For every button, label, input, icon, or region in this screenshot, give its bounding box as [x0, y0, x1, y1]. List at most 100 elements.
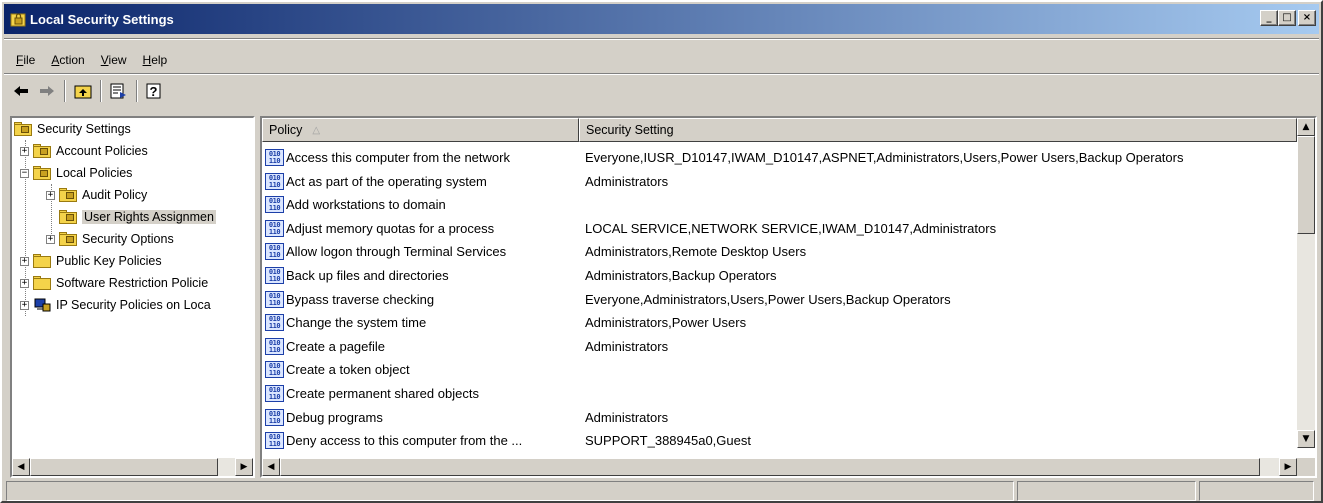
collapse-icon[interactable]: −	[20, 168, 29, 178]
forward-button[interactable]	[34, 79, 60, 103]
menu-file[interactable]: File	[8, 51, 43, 69]
policy-icon: 010 110	[265, 267, 284, 284]
tree-label: Security Settings	[37, 122, 131, 136]
security-setting-cell: Administrators	[585, 409, 669, 425]
menu-action[interactable]: Action	[43, 51, 92, 69]
security-setting-cell: Administrators,Remote Desktop Users	[585, 244, 807, 260]
policy-name-cell: Access this computer from the network	[286, 150, 510, 165]
policy-name-cell: Act as part of the operating system	[286, 173, 487, 189]
table-row[interactable]: 010 110 Access this computer from the netw…	[262, 146, 1297, 169]
expand-icon[interactable]: +	[20, 256, 29, 266]
policy-name-cell: Allow logon through Terminal Services	[286, 244, 507, 260]
app-window: Local Security Settings _ □ × File Actio…	[0, 0, 1323, 503]
table-row[interactable]: 010 110 Back up files and directories Admin…	[262, 264, 1297, 287]
list-vertical-scrollbar[interactable]: ▲ ▼	[1297, 118, 1315, 448]
policy-icon: 010 110	[265, 314, 284, 332]
tree-item-security-options[interactable]: + Security Options	[46, 228, 174, 250]
tree-item-software-restriction[interactable]: + Software Restriction Policie	[20, 272, 208, 294]
policy-icon: 010 110	[265, 243, 284, 261]
table-row[interactable]: 010 110 Change the system time Administrato…	[262, 311, 1297, 334]
help-button[interactable]: ?	[142, 79, 168, 103]
security-setting-cell: SUPPORT_388945a0,Guest	[585, 433, 751, 449]
scroll-thumb[interactable]	[280, 458, 1260, 476]
column-header-policy[interactable]: Policy △	[262, 118, 579, 142]
policy-icon: 010 110	[265, 337, 284, 355]
table-row[interactable]: 010 110 Create permanent shared objects	[262, 382, 1297, 405]
tree-label: Public Key Policies	[56, 254, 162, 268]
folder-icon	[33, 254, 51, 268]
policy-name-cell: Back up files and directories	[286, 268, 449, 283]
lock-folder-icon	[59, 188, 77, 202]
scroll-left-button[interactable]: ◀	[12, 458, 30, 476]
security-setting-cell: Administrators,Power Users	[585, 315, 747, 331]
scrollbar-corner	[1297, 458, 1315, 476]
maximize-button[interactable]: □	[1278, 10, 1296, 26]
policy-name-cell: Bypass traverse checking	[286, 291, 435, 307]
scroll-thumb[interactable]	[30, 458, 218, 476]
expand-icon[interactable]: +	[46, 190, 55, 200]
up-one-level-button[interactable]	[70, 79, 96, 103]
scroll-up-button[interactable]: ▲	[1297, 118, 1315, 136]
lock-folder-icon	[59, 232, 77, 246]
toolbar-separator	[136, 80, 138, 102]
policy-name-cell: Adjust memory quotas for a process	[286, 220, 495, 236]
table-row[interactable]: 010 110 Bypass traverse checking Everyone,A…	[262, 288, 1297, 311]
minimize-button[interactable]: _	[1260, 10, 1278, 26]
table-row[interactable]: 010 110 Create a token object	[262, 358, 1297, 381]
policy-icon: 010 110	[265, 432, 284, 450]
toolbar: ?	[4, 76, 1319, 106]
status-panel	[1016, 481, 1197, 501]
lock-folder-icon	[33, 166, 51, 180]
tree-horizontal-scrollbar[interactable]: ◀ ▶	[12, 458, 253, 476]
export-list-button[interactable]	[106, 79, 132, 103]
tree-item-user-rights-assignment[interactable]: User Rights Assignmen	[59, 206, 216, 228]
table-row[interactable]: 010 110 Create a pagefile Administrators	[262, 335, 1297, 358]
tree-item-public-key-policies[interactable]: + Public Key Policies	[20, 250, 162, 272]
toolbar-separator	[100, 80, 102, 102]
security-setting-cell: Administrators	[585, 173, 669, 189]
tree-label: Account Policies	[56, 144, 148, 158]
close-button[interactable]: ×	[1298, 10, 1316, 26]
policy-name-cell: Create permanent shared objects	[286, 386, 479, 401]
scroll-right-button[interactable]: ▶	[1279, 458, 1297, 476]
status-panel-main	[6, 481, 1014, 501]
divider	[4, 38, 1319, 40]
title-bar[interactable]: Local Security Settings _ □ ×	[4, 4, 1319, 34]
menu-view[interactable]: View	[93, 51, 135, 69]
policy-icon: 010 110	[265, 219, 284, 237]
security-setting-cell: Everyone,IUSR_D10147,IWAM_D10147,ASPNET,…	[585, 150, 1184, 165]
table-row[interactable]: 010 110 Act as part of the operating syste…	[262, 170, 1297, 193]
tree-item-security-settings[interactable]: Security Settings	[14, 118, 131, 140]
security-setting-cell: Administrators,Backup Operators	[585, 268, 777, 283]
list-horizontal-scrollbar[interactable]: ◀ ▶	[262, 458, 1297, 476]
table-row[interactable]: 010 110 Add workstations to domain	[262, 193, 1297, 216]
scroll-right-button[interactable]: ▶	[235, 458, 253, 476]
scroll-thumb[interactable]	[1297, 136, 1315, 234]
scroll-left-button[interactable]: ◀	[262, 458, 280, 476]
menu-help[interactable]: Help	[135, 51, 176, 69]
tree-item-account-policies[interactable]: + Account Policies	[20, 140, 148, 162]
column-header-security-setting[interactable]: Security Setting	[579, 118, 1297, 142]
table-row[interactable]: 010 110 Allow logon through Terminal Servi…	[262, 240, 1297, 263]
tree-label: Local Policies	[56, 166, 133, 180]
window-title: Local Security Settings	[30, 11, 174, 27]
expand-icon[interactable]: +	[20, 278, 29, 288]
arrow-left-icon	[14, 86, 28, 96]
tree-item-ip-security[interactable]: + IP Security Policies on Loca	[20, 294, 211, 316]
expand-icon[interactable]: +	[46, 234, 55, 244]
table-row[interactable]: 010 110 Adjust memory quotas for a process…	[262, 217, 1297, 240]
divider	[4, 73, 1319, 75]
policy-name-cell: Create a token object	[286, 362, 410, 378]
table-row[interactable]: 010 110 Deny access to this computer from …	[262, 429, 1297, 452]
tree-item-local-policies[interactable]: − Local Policies	[20, 162, 132, 184]
scroll-down-button[interactable]: ▼	[1297, 430, 1315, 448]
back-button[interactable]	[8, 79, 34, 103]
tree-label: Software Restriction Policie	[56, 276, 209, 290]
tree-pane[interactable]: Security Settings + Account Policies − L…	[10, 116, 255, 478]
lock-folder-icon	[59, 210, 77, 224]
expand-icon[interactable]: +	[20, 146, 29, 156]
expand-icon[interactable]: +	[20, 300, 29, 310]
tree-item-audit-policy[interactable]: + Audit Policy	[46, 184, 147, 206]
status-panel	[1199, 481, 1314, 501]
table-row[interactable]: 010 110 Debug programs Administrators	[262, 406, 1297, 429]
